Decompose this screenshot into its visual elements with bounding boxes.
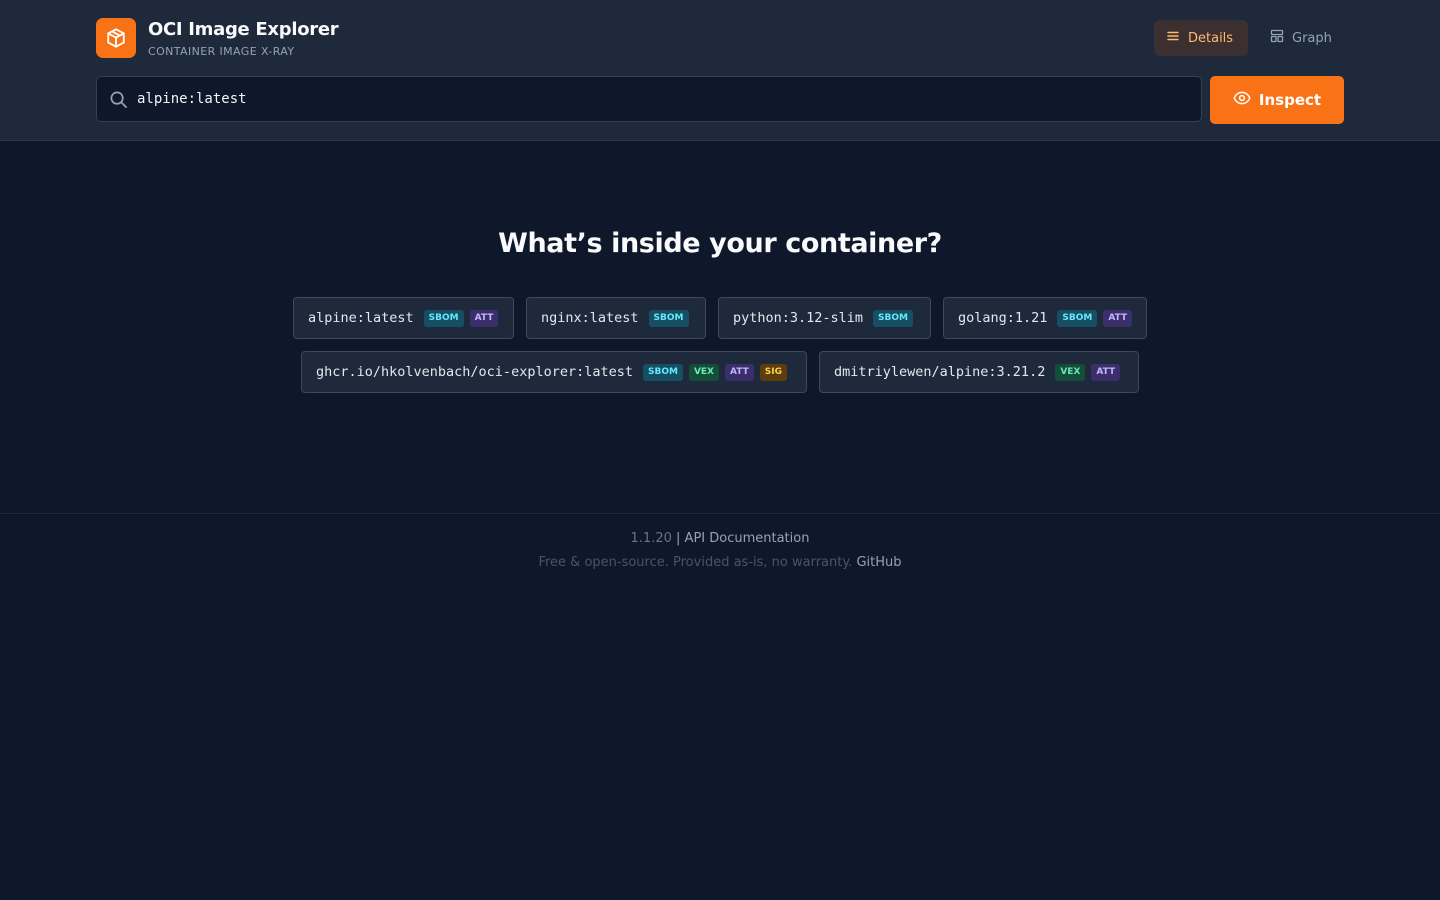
att-badge: ATT — [1103, 309, 1133, 327]
chip-image-name: alpine:latest — [308, 310, 414, 326]
example-chip-oci-explorer[interactable]: ghcr.io/hkolvenbach/oci-explorer:latest … — [301, 351, 807, 393]
api-documentation-link[interactable]: API Documentation — [685, 531, 810, 546]
example-chip-dmitriylewen-alpine[interactable]: dmitriylewen/alpine:3.21.2 VEX ATT — [819, 351, 1139, 393]
search-box — [96, 76, 1202, 122]
search-icon — [109, 90, 128, 113]
example-chip-golang[interactable]: golang:1.21 SBOM ATT — [943, 297, 1147, 339]
eye-icon — [1233, 89, 1251, 111]
footer-divider — [0, 513, 1440, 514]
footer-disclaimer-row: Free & open-source. Provided as-is, no w… — [0, 555, 1440, 570]
app-header: OCI Image Explorer CONTAINER IMAGE X-RAY… — [0, 0, 1440, 141]
github-link[interactable]: GitHub — [856, 555, 901, 570]
chip-image-name: dmitriylewen/alpine:3.21.2 — [834, 364, 1046, 380]
inspect-button[interactable]: Inspect — [1210, 76, 1344, 124]
chip-image-name: nginx:latest — [541, 310, 639, 326]
version-text: 1.1.20 — [630, 531, 672, 546]
app-subtitle: CONTAINER IMAGE X-RAY — [148, 45, 295, 58]
details-view-label: Details — [1188, 30, 1234, 46]
graph-icon — [1270, 29, 1284, 47]
details-view-button[interactable]: Details — [1154, 20, 1248, 56]
example-chip-nginx[interactable]: nginx:latest SBOM — [526, 297, 706, 339]
sbom-badge: SBOM — [642, 363, 683, 381]
chip-image-name: python:3.12-slim — [733, 310, 864, 326]
inspect-label: Inspect — [1258, 91, 1322, 109]
chip-image-name: golang:1.21 — [958, 310, 1048, 326]
image-reference-input[interactable] — [137, 77, 1187, 121]
att-badge: ATT — [1091, 363, 1121, 381]
disclaimer-text: Free & open-source. Provided as-is, no w… — [538, 555, 853, 570]
list-icon — [1166, 29, 1180, 47]
footer-separator: | — [676, 531, 681, 546]
sbom-badge: SBOM — [423, 309, 464, 327]
hero-title: What’s inside your container? — [498, 228, 942, 259]
app-title: OCI Image Explorer — [148, 19, 339, 40]
vex-badge: VEX — [688, 363, 719, 381]
example-chip-python[interactable]: python:3.12-slim SBOM — [718, 297, 931, 339]
att-badge: ATT — [725, 363, 754, 381]
sbom-badge: SBOM — [873, 309, 913, 327]
att-badge: ATT — [469, 309, 499, 327]
sbom-badge: SBOM — [648, 309, 689, 327]
vex-badge: VEX — [1055, 363, 1086, 381]
sig-badge: SIG — [759, 363, 787, 381]
chip-image-name: ghcr.io/hkolvenbach/oci-explorer:latest — [316, 364, 633, 380]
footer-version-row: 1.1.20 | API Documentation — [0, 531, 1440, 546]
example-chip-alpine[interactable]: alpine:latest SBOM ATT — [293, 297, 514, 339]
graph-view-button[interactable]: Graph — [1258, 20, 1344, 56]
graph-view-label: Graph — [1292, 30, 1332, 46]
cube-logo-icon — [96, 18, 136, 58]
sbom-badge: SBOM — [1057, 309, 1098, 327]
